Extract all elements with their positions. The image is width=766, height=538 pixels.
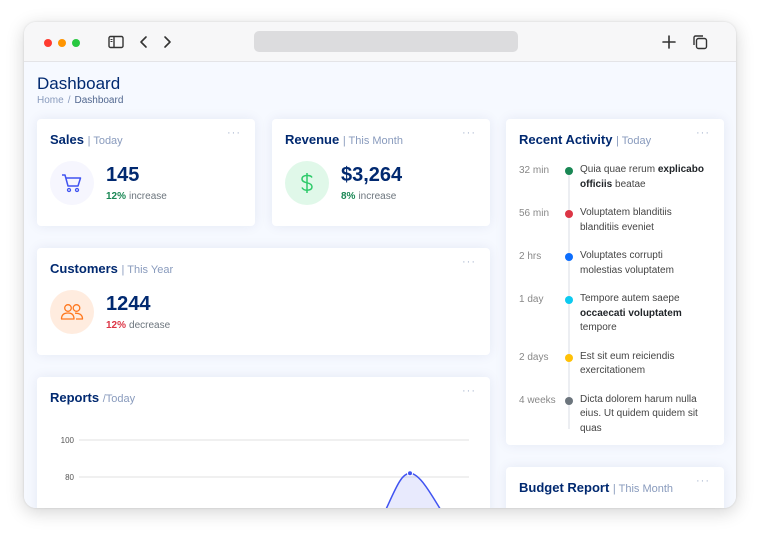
sales-percent: 12% xyxy=(106,191,127,202)
card-menu-icon[interactable]: ··· xyxy=(696,475,710,487)
sales-trend: increase xyxy=(129,191,167,202)
activity-time: 1 day xyxy=(519,294,544,305)
tabs-overview-icon[interactable] xyxy=(691,33,709,51)
activity-item: 2 days Est sit eum reiciendis exercitatio… xyxy=(519,350,709,379)
card-period: | This Month xyxy=(342,135,403,147)
customers-value: 1244 xyxy=(106,293,151,315)
activity-list: 32 min Quia quae rerum explicabo officiis… xyxy=(519,163,709,436)
people-icon xyxy=(50,290,94,334)
breadcrumb-home[interactable]: Home xyxy=(37,95,64,106)
card-period: | This Year xyxy=(121,264,174,276)
activity-item: 4 weeks Dicta dolorem harum nulla eius. U… xyxy=(519,393,709,437)
activity-time: 4 weeks xyxy=(519,394,556,406)
revenue-percent: 8% xyxy=(341,191,356,202)
browser-toolbar xyxy=(24,22,736,62)
page-title: Dashboard xyxy=(37,74,121,93)
address-bar[interactable] xyxy=(254,31,518,52)
cart-icon xyxy=(50,161,94,205)
y-tick-label: 80 xyxy=(65,473,74,482)
card-menu-icon[interactable]: ··· xyxy=(227,127,241,139)
activity-text: Voluptatem blanditiis blanditiis eveniet xyxy=(580,207,672,233)
activity-status-dot-icon xyxy=(565,167,573,175)
activity-status-dot-icon xyxy=(565,296,573,304)
reports-card: Reports /Today ··· 100 80 xyxy=(37,377,490,508)
activity-status-dot-icon xyxy=(565,396,573,405)
card-menu-icon[interactable]: ··· xyxy=(696,127,710,139)
activity-time: 2 days xyxy=(519,351,549,363)
activity-text: Tempore autem saepe occaecati voluptatem… xyxy=(580,293,682,333)
activity-status-dot-icon xyxy=(565,210,573,218)
card-title: Recent Activity | Today xyxy=(519,132,652,147)
activity-item: 32 min Quia quae rerum explicabo officiis… xyxy=(519,163,709,192)
activity-time: 2 hrs xyxy=(519,251,542,262)
activity-item: 1 day Tempore autem saepe occaecati volup… xyxy=(519,292,709,336)
card-title: Sales | Today xyxy=(50,132,123,147)
activity-item: 56 min Voluptatem blanditiis blanditiis e… xyxy=(519,206,709,235)
card-menu-icon[interactable]: ··· xyxy=(462,256,476,268)
customers-percent: 12% xyxy=(106,320,127,331)
activity-time: 32 min xyxy=(519,165,550,176)
card-title: Revenue | This Month xyxy=(285,132,403,147)
activity-text: Est sit eum reiciendis exercitationem xyxy=(580,350,675,377)
activity-item: 2 hrs Voluptates corrupti molestias volup… xyxy=(519,249,709,278)
revenue-card: Revenue | This Month ··· $3,264 8% increa… xyxy=(272,119,490,226)
forward-icon[interactable] xyxy=(161,33,173,51)
customers-delta: 12% decrease xyxy=(106,320,170,331)
activity-status-dot-icon xyxy=(565,353,573,362)
revenue-value: $3,264 xyxy=(341,164,403,186)
minimize-window-button[interactable] xyxy=(58,39,66,47)
y-tick-label: 100 xyxy=(61,436,75,445)
card-period: | Today xyxy=(87,135,123,147)
close-window-button[interactable] xyxy=(44,39,52,47)
series-area xyxy=(386,473,440,508)
activity-text: Dicta dolorem harum nulla eius. Ut quide… xyxy=(580,393,698,434)
activity-time: 56 min xyxy=(519,208,550,219)
recent-activity-card: Recent Activity | Today ··· 32 min Quia q… xyxy=(506,119,724,445)
activity-text: Voluptates corrupti molestias voluptatem xyxy=(580,250,674,276)
reports-chart: 100 80 xyxy=(61,436,469,508)
activity-highlight: explicabo officiis xyxy=(580,164,704,190)
sidebar-toggle-icon[interactable] xyxy=(107,33,125,51)
breadcrumb-separator: / xyxy=(67,95,71,106)
activity-status-dot-icon xyxy=(565,253,573,261)
customers-card: Customers | This Year ··· 1244 12% decrea… xyxy=(37,248,490,355)
customers-trend: decrease xyxy=(129,320,171,331)
dollar-icon xyxy=(285,161,329,205)
activity-text: Quia quae rerum explicabo officiis beata… xyxy=(580,164,704,190)
sales-card: Sales | Today ··· 145 12% increase xyxy=(37,119,255,226)
revenue-delta: 8% increase xyxy=(341,191,396,202)
card-title: Customers | This Year xyxy=(50,261,174,276)
new-tab-icon[interactable] xyxy=(661,33,677,51)
back-icon[interactable] xyxy=(138,33,150,51)
browser-window: Dashboard Home / Dashboard Sales | Today… xyxy=(24,22,736,508)
sales-value: 145 xyxy=(106,164,140,186)
card-title: Budget Report | This Month xyxy=(519,480,674,495)
sales-delta: 12% increase xyxy=(106,191,167,202)
breadcrumb: Home / Dashboard xyxy=(37,95,123,106)
breadcrumb-current: Dashboard xyxy=(74,95,124,106)
budget-report-card: Budget Report | This Month ··· xyxy=(506,467,724,508)
dashboard-content: Dashboard Home / Dashboard Sales | Today… xyxy=(24,62,736,508)
activity-highlight: occaecati voluptatem xyxy=(580,307,682,319)
revenue-trend: increase xyxy=(358,191,397,202)
maximize-window-button[interactable] xyxy=(72,39,80,47)
data-point[interactable] xyxy=(407,470,413,477)
card-menu-icon[interactable]: ··· xyxy=(462,127,476,139)
card-period: | Today xyxy=(616,135,652,147)
card-period: | This Month xyxy=(612,483,674,495)
